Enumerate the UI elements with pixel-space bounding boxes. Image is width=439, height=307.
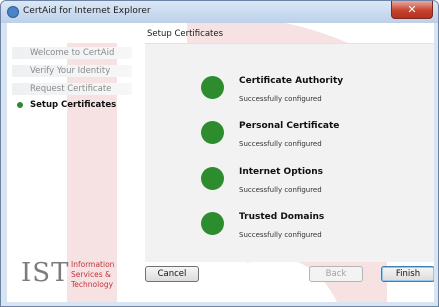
success-indicator-icon (201, 212, 224, 235)
step-verify-identity: Verify Your Identity (12, 65, 132, 77)
step-label: Request Certificate (30, 84, 112, 94)
success-indicator-icon (201, 76, 224, 99)
page-title: Setup Certificates (147, 29, 224, 39)
logo-mark: IST (21, 258, 70, 288)
status-message: Successfully configured (239, 186, 322, 194)
logo-line: Services & (71, 270, 111, 279)
status-message: Successfully configured (239, 95, 322, 103)
status-message: Successfully configured (239, 231, 322, 239)
cancel-button[interactable]: Cancel (145, 266, 199, 282)
success-indicator-icon (201, 167, 224, 190)
step-label: Verify Your Identity (30, 66, 111, 76)
logo-wordmark: Information Services & Technology (71, 260, 114, 290)
back-button[interactable]: Back (309, 266, 363, 282)
window-title: CertAid for Internet Explorer (23, 6, 151, 16)
title-bar: CertAid for Internet Explorer ✕ (1, 1, 438, 23)
status-title: Trusted Domains (239, 212, 325, 222)
close-button[interactable]: ✕ (391, 1, 433, 19)
status-message: Successfully configured (239, 140, 322, 148)
success-indicator-icon (201, 121, 224, 144)
status-title: Internet Options (239, 167, 323, 177)
step-label: Setup Certificates (30, 100, 117, 110)
app-window: CertAid for Internet Explorer ✕ Welcome … (0, 0, 439, 307)
status-title: Personal Certificate (239, 121, 340, 131)
step-request-certificate: Request Certificate (12, 83, 132, 95)
ist-logo: IST Information Services & Technology (21, 258, 131, 298)
logo-line: Technology (71, 280, 114, 289)
step-label: Welcome to CertAid (30, 48, 115, 58)
step-welcome: Welcome to CertAid (12, 47, 132, 59)
step-setup-certificates: Setup Certificates (12, 99, 132, 111)
current-step-indicator-icon (17, 102, 23, 108)
finish-button[interactable]: Finish (381, 266, 434, 282)
app-icon (7, 6, 19, 18)
wizard-steps: Welcome to CertAid Verify Your Identity … (7, 23, 142, 258)
status-title: Certificate Authority (239, 76, 344, 86)
status-panel: Certificate Authority Successfully confi… (145, 43, 434, 262)
logo-line: Information (71, 260, 115, 269)
wizard-body: Welcome to CertAid Verify Your Identity … (7, 23, 434, 302)
